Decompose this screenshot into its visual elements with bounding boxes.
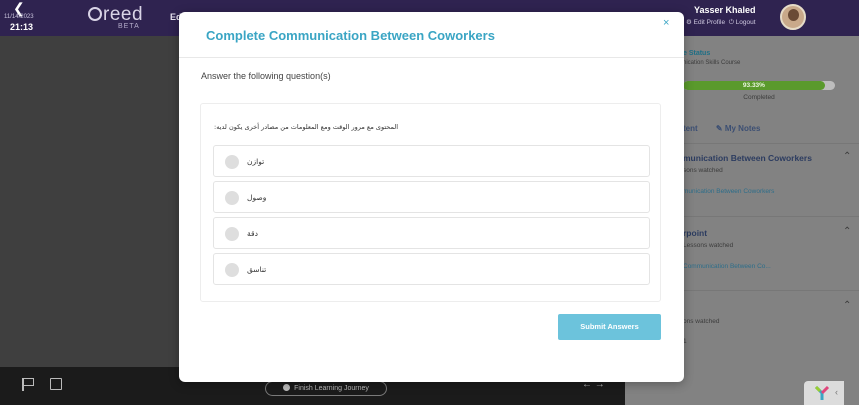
question-text: المحتوى مع مرور الوقت ومع المعلومات من م… xyxy=(214,123,399,131)
quiz-modal: Complete Communication Between Coworkers… xyxy=(179,12,684,382)
date-label: 11/14/2023 xyxy=(4,14,34,20)
progress-fill: 93.33% xyxy=(683,81,825,90)
section-title-2[interactable]: rpoint xyxy=(683,228,707,238)
logo-ring-icon xyxy=(88,7,102,21)
section-sub-3: ons watched xyxy=(683,318,720,325)
widget-logo-icon xyxy=(814,385,830,400)
tab-content[interactable]: tent xyxy=(683,124,698,133)
back-button[interactable]: ❮ 11/14/2023 21:13 xyxy=(0,0,40,36)
chevron-left-icon[interactable]: ‹ xyxy=(835,387,838,397)
modal-title: Complete Communication Between Coworkers xyxy=(206,28,495,43)
lesson-link-2[interactable]: Communication Between Co... xyxy=(683,263,771,270)
radio-button[interactable] xyxy=(225,263,239,277)
section-sub-2: Lessons watched xyxy=(683,242,734,249)
check-circle-icon xyxy=(283,384,291,391)
lesson-link-1[interactable]: munication Between Coworkers xyxy=(683,188,774,195)
submit-answers-button[interactable]: Submit Answers xyxy=(558,314,661,340)
section-sub-1: sons watched xyxy=(683,167,723,174)
answer-option[interactable]: توازن xyxy=(213,145,650,177)
completed-label: Completed xyxy=(743,94,775,101)
time-label: 21:13 xyxy=(10,22,34,32)
user-menu: Yasser Khaled ⚙ Edit Profile ⏻ Logout xyxy=(686,5,756,27)
question-box: المحتوى مع مرور الوقت ومع المعلومات من م… xyxy=(200,103,661,302)
divider xyxy=(179,57,684,58)
close-icon[interactable]: × xyxy=(663,18,669,29)
notes-icon: ✎ xyxy=(715,124,723,133)
option-label: تناسق xyxy=(247,265,267,274)
user-name: Yasser Khaled xyxy=(694,5,756,15)
avatar[interactable] xyxy=(780,4,806,30)
answer-option[interactable]: وصول xyxy=(213,181,650,213)
flag-icon[interactable] xyxy=(22,378,34,391)
option-label: وصول xyxy=(247,193,267,202)
progress-bar: 93.33% xyxy=(683,81,835,90)
option-label: دقة xyxy=(247,229,258,238)
instruction-text: Answer the following question(s) xyxy=(201,71,331,81)
option-label: توازن xyxy=(247,157,265,166)
sidebar-tabs: tent ✎ My Notes xyxy=(683,124,760,133)
chevron-up-icon[interactable]: ⌃ xyxy=(843,300,851,311)
course-name: nication Skills Course xyxy=(683,60,741,66)
section-title-1[interactable]: munication Between Coworkers xyxy=(683,153,812,163)
chevron-left-icon: ❮ xyxy=(13,0,25,16)
chevron-up-icon[interactable]: ⌃ xyxy=(843,151,851,162)
radio-button[interactable] xyxy=(225,155,239,169)
support-widget[interactable]: ‹ xyxy=(804,381,844,405)
radio-button[interactable] xyxy=(225,227,239,241)
chevron-up-icon[interactable]: ⌃ xyxy=(843,226,851,237)
beta-badge: BETA xyxy=(118,23,140,30)
finish-learning-journey-button[interactable]: Finish Learning Journey xyxy=(265,381,387,396)
edit-note-icon[interactable] xyxy=(50,378,62,390)
course-status-title: e Status xyxy=(683,50,711,57)
edit-profile-link[interactable]: ⚙ Edit Profile xyxy=(686,19,725,26)
answer-option[interactable]: دقة xyxy=(213,217,650,249)
tab-my-notes[interactable]: ✎ My Notes xyxy=(716,124,761,133)
logout-link[interactable]: ⏻ Logout xyxy=(729,19,756,26)
answer-option[interactable]: تناسق xyxy=(213,253,650,285)
radio-button[interactable] xyxy=(225,191,239,205)
